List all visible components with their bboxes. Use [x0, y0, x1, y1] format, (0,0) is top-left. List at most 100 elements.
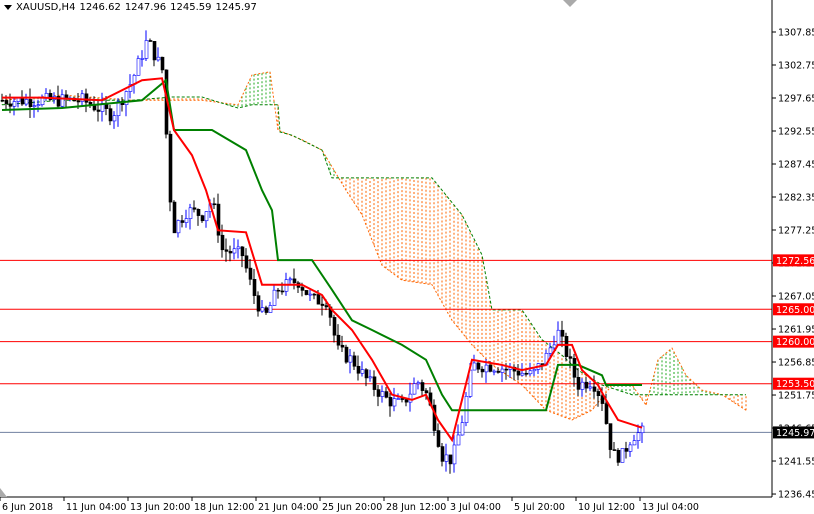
candle-body: [300, 287, 305, 291]
level-tag-label: 1253.50: [776, 379, 814, 390]
y-tick-label: 1261.95: [778, 325, 814, 336]
candle-body: [624, 448, 629, 452]
candle-body: [560, 329, 565, 337]
y-tick-label: 1241.55: [778, 457, 814, 468]
candle-body: [612, 449, 617, 451]
chart-shift-marker-icon[interactable]: [563, 0, 577, 7]
horizontal-levels: [0, 259, 772, 433]
candle-body: [436, 430, 441, 447]
candle-body: [280, 290, 285, 293]
candle-body: [224, 249, 229, 252]
y-tick-label: 1251.75: [778, 391, 814, 402]
candle-body: [480, 368, 485, 373]
price-tags: 1272.56 1265.00 1260.00 1253.50 1245.97: [773, 254, 814, 439]
candle-body: [628, 444, 633, 452]
candle-body: [8, 103, 13, 107]
candle-body: [376, 389, 381, 397]
candle-body: [168, 133, 173, 203]
candle-body: [572, 358, 577, 378]
candle-body: [520, 372, 525, 376]
candle-body: [228, 251, 233, 254]
level-tag-label: 1272.56: [776, 256, 814, 267]
candle-body: [176, 220, 181, 234]
candle-body: [404, 399, 409, 403]
candle-body: [232, 248, 237, 254]
x-tick-label: 13 Jun 20:00: [130, 502, 190, 513]
candle-body: [152, 41, 157, 61]
candle-body: [388, 397, 393, 407]
dropdown-triangle-icon[interactable]: [4, 5, 12, 10]
candle-body: [188, 207, 193, 219]
candle-body: [304, 290, 309, 295]
candle-body: [424, 390, 429, 394]
candle-body: [212, 203, 217, 206]
candle-body: [136, 58, 141, 76]
scroll-marker-icon: [0, 488, 7, 497]
candle-body: [32, 105, 37, 107]
candle-body: [580, 381, 585, 390]
candle-body: [608, 423, 613, 450]
candle-body: [496, 370, 501, 373]
candle-body: [344, 346, 349, 363]
candle-body: [592, 386, 597, 392]
candle-body: [620, 448, 625, 463]
candle-body: [316, 294, 321, 305]
candle-body: [504, 368, 509, 371]
candle-body: [476, 362, 481, 370]
candle-body: [636, 432, 641, 441]
candle-body: [140, 58, 145, 60]
candle-body: [448, 454, 453, 465]
candle-body: [288, 278, 293, 281]
candle-body: [452, 444, 457, 465]
candle-body: [360, 369, 365, 374]
y-tick-label: 1302.75: [778, 61, 814, 72]
candle-body: [172, 201, 177, 234]
candle-body: [336, 334, 341, 346]
candle-body: [492, 370, 497, 373]
x-tick-label: 3 Jul 04:00: [450, 502, 501, 513]
candle-body: [200, 215, 205, 222]
candle-body: [20, 97, 25, 105]
candle-body: [632, 440, 637, 446]
x-tick-label: 21 Jun 04:00: [258, 502, 318, 513]
candle-body: [60, 94, 65, 107]
candle-body: [40, 97, 45, 105]
candle-body: [548, 347, 553, 354]
candle-body: [276, 289, 281, 292]
candle-body: [380, 391, 385, 397]
candle-body: [24, 99, 29, 105]
candle-body: [416, 382, 421, 385]
candle-body: [364, 369, 369, 379]
close-value: 1245.97: [215, 2, 257, 13]
candle-body: [348, 355, 353, 363]
low-value: 1245.59: [170, 2, 212, 13]
candle-body: [264, 307, 269, 313]
candle-body: [244, 255, 249, 269]
candle-body: [112, 115, 117, 122]
candle-body: [108, 108, 113, 122]
open-value: 1246.62: [79, 2, 121, 13]
candle-body: [148, 40, 153, 42]
y-tick-label: 1277.25: [778, 226, 814, 237]
y-tick-label: 1292.55: [778, 127, 814, 138]
candle-body: [180, 220, 185, 223]
level-tag-label: 1260.00: [776, 337, 814, 348]
candle-body: [184, 218, 189, 223]
y-tick-label: 1307.85: [778, 28, 814, 39]
level-tag-label: 1265.00: [776, 305, 814, 316]
candle-body: [408, 393, 413, 403]
candle-body: [220, 234, 225, 251]
y-tick-label: 1282.35: [778, 193, 814, 204]
candle-body: [292, 278, 297, 284]
candle-body: [576, 376, 581, 390]
candle-body: [192, 207, 197, 210]
candle-body: [352, 355, 357, 367]
price-chart[interactable]: 1307.85 1302.75 1297.65 1292.55 1287.45 1282.…: [0, 0, 814, 514]
candle-body: [144, 40, 149, 59]
candle-body: [156, 56, 161, 61]
candle-body: [272, 289, 277, 306]
candle-body: [4, 100, 9, 105]
candle-body: [332, 317, 337, 336]
candle-body: [372, 376, 377, 390]
candle-body: [596, 391, 601, 396]
